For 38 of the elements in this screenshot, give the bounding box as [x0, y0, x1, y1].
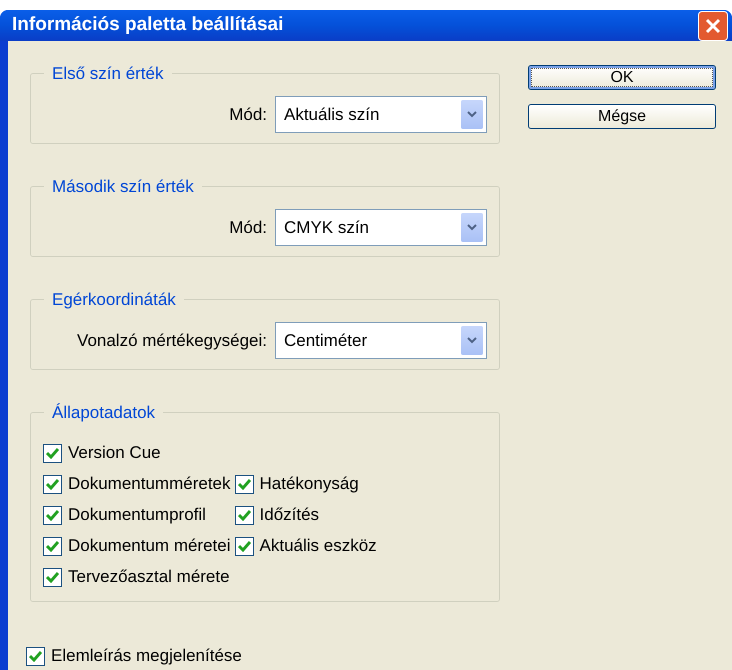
checkmark-icon — [238, 510, 251, 520]
checkmark-icon — [46, 478, 59, 490]
field-label: Mód: — [229, 216, 267, 239]
dialog-button[interactable]: Mégse — [528, 104, 716, 129]
checkbox[interactable] — [43, 474, 62, 494]
dialog-button[interactable]: OK — [528, 65, 716, 90]
checkbox-label: Időzítés — [260, 504, 320, 526]
checkbox[interactable] — [234, 474, 254, 494]
checkbox-label: Dokumentumméretek — [68, 473, 231, 496]
checkmark-icon — [46, 540, 59, 552]
checkbox-label: Aktuális eszköz — [260, 535, 377, 558]
checkbox[interactable] — [234, 536, 254, 556]
checkmark-icon — [238, 540, 251, 552]
window-title: Információs paletta beállításai — [12, 13, 284, 38]
checkbox-label: Version Cue — [68, 442, 161, 464]
checkmark-icon — [46, 572, 59, 582]
checkbox-label: Dokumentumprofil — [68, 504, 206, 526]
checkbox-label: Hatékonyság — [260, 473, 359, 496]
checkbox[interactable] — [43, 536, 62, 556]
checkbox-label: Elemleírás megjelenítése — [51, 645, 242, 668]
checkbox-label: Dokumentum méretei — [68, 535, 231, 558]
dropdown[interactable]: Centiméter — [275, 322, 487, 359]
checkbox[interactable] — [43, 568, 62, 586]
field-label: Mód: — [229, 104, 267, 126]
checkmark-icon — [238, 478, 251, 490]
dropdown[interactable]: Aktuális szín — [275, 96, 487, 133]
checkbox[interactable] — [43, 506, 62, 524]
checkbox[interactable] — [43, 444, 62, 462]
checkmark-icon — [29, 650, 42, 662]
checkbox[interactable] — [234, 506, 254, 524]
dropdown[interactable]: CMYK szín — [275, 209, 487, 246]
close-icon[interactable] — [705, 18, 721, 34]
checkmark-icon — [46, 448, 59, 458]
checkmark-icon — [46, 510, 59, 520]
checkbox-label: Tervezőasztal mérete — [68, 566, 230, 588]
close-button[interactable] — [698, 10, 728, 40]
checkbox[interactable] — [26, 646, 45, 666]
field-label: Vonalzó mértékegységei: — [77, 330, 267, 352]
